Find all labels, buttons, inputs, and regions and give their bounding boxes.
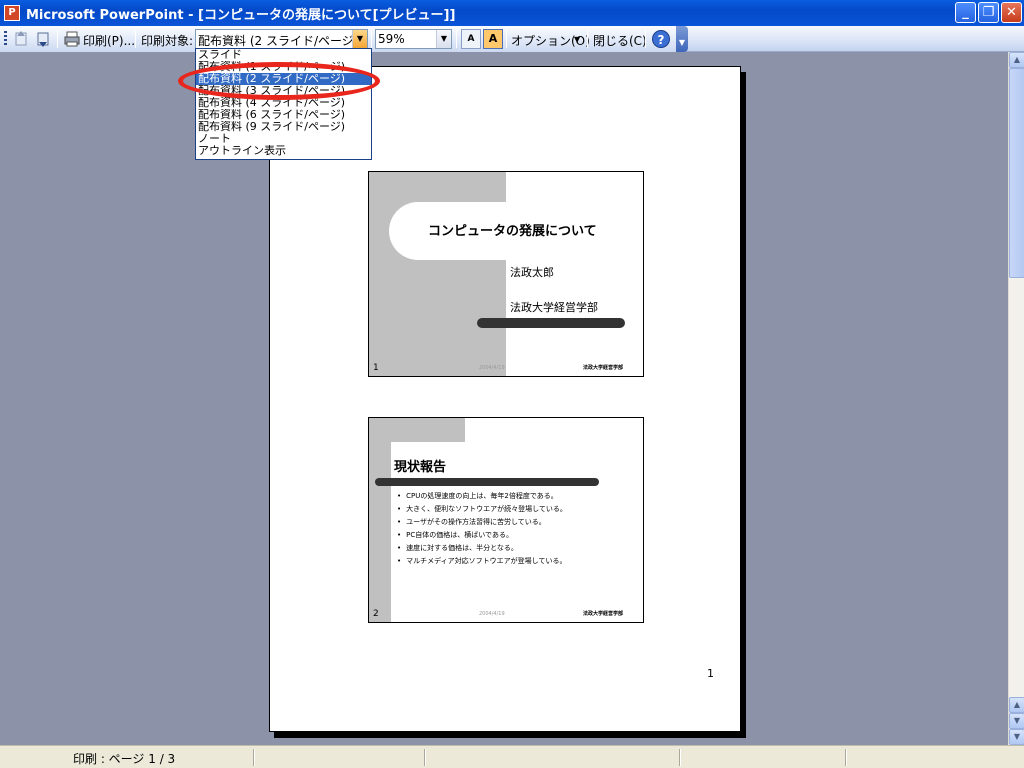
help-icon[interactable]: ? (652, 30, 670, 48)
toolbar-separator (371, 30, 372, 48)
slide-decor-bar (477, 318, 625, 328)
landscape-orientation-icon[interactable]: A (461, 29, 481, 49)
printer-icon (64, 31, 80, 47)
toolbar-separator (135, 30, 136, 48)
title-bar: P Microsoft PowerPoint - [コンピュータの発展について[… (0, 0, 1024, 26)
status-bar: 印刷 : ページ 1 / 3 (0, 745, 1024, 768)
print-what-select[interactable]: 配布資料 (2 スライド/ページ) ▼ (195, 29, 368, 49)
list-item: マルチメディア対応ソフトウエアが登場している。 (397, 555, 567, 568)
toolbar-grip-icon[interactable] (4, 31, 7, 47)
slide-decor-bar (375, 478, 599, 486)
scroll-up-icon[interactable]: ▲ (1009, 52, 1024, 68)
toolbar-separator (456, 30, 457, 48)
preview-workspace: コンピュータの発展について 法政太郎 法政大学経営学部 1 2004/4/19 … (0, 52, 1008, 745)
close-window-button[interactable]: ✕ (1001, 2, 1022, 23)
chevron-down-icon[interactable]: ▼ (352, 30, 367, 48)
slide-bullet-list: CPUの処理速度の向上は、毎年2倍程度である。 大きく、便利なソフトウエアが続々… (397, 490, 567, 568)
dropdown-option-handout-9[interactable]: 配布資料 (9 スライド/ページ) (196, 121, 371, 133)
toolbar-separator (57, 30, 58, 48)
powerpoint-app-icon[interactable]: P (4, 5, 20, 21)
slide-number: 2 (373, 609, 379, 619)
status-page-indicator: 印刷 : ページ 1 / 3 (73, 752, 176, 766)
slide-author: 法政太郎 (510, 266, 554, 279)
status-separator (253, 749, 255, 766)
restore-button[interactable]: ❐ (978, 2, 999, 23)
dropdown-option-slides[interactable]: スライド (196, 49, 371, 61)
vertical-scrollbar[interactable]: ▲ ▲ ▼ ▼ (1008, 52, 1024, 745)
previous-page-icon[interactable] (12, 30, 30, 48)
zoom-value: 59% (378, 32, 405, 46)
chevron-down-icon: ▼ (574, 35, 581, 44)
slide-title: コンピュータの発展について (428, 224, 597, 239)
window-title: Microsoft PowerPoint - [コンピュータの発展について[プレ… (26, 8, 456, 23)
slide-title: 現状報告 (394, 460, 447, 475)
scrollbar-thumb[interactable] (1009, 68, 1024, 278)
close-preview-button[interactable]: 閉じる(C) (593, 32, 647, 49)
zoom-select[interactable]: 59% ▼ (375, 29, 452, 49)
next-page-double-chevron-icon[interactable]: ▼ (1009, 729, 1024, 745)
scroll-down-icon[interactable]: ▼ (1009, 713, 1024, 729)
toolbar-separator (506, 30, 507, 48)
status-separator (845, 749, 847, 766)
slide-thumbnail-1: コンピュータの発展について 法政太郎 法政大学経営学部 1 2004/4/19 … (368, 171, 644, 377)
slide-date: 2004/4/19 (479, 611, 505, 617)
list-item: 速度に対する価格は、半分となる。 (397, 542, 567, 555)
status-separator (424, 749, 426, 766)
slide-affiliation: 法政大学経営学部 (510, 301, 598, 314)
next-page-icon[interactable] (34, 30, 52, 48)
handout-page: コンピュータの発展について 法政太郎 法政大学経営学部 1 2004/4/19 … (269, 66, 741, 732)
color-grayscale-toggle-icon[interactable]: A (483, 29, 503, 49)
list-item: ユーザがその操作方法習得に苦労している。 (397, 516, 567, 529)
page-number: 1 (707, 667, 714, 680)
print-button-label: 印刷(P)... (83, 34, 136, 48)
list-item: 大きく、便利なソフトウエアが続々登場している。 (397, 503, 567, 516)
toolbar-separator (587, 30, 588, 48)
toolbar-separator (645, 30, 646, 48)
dropdown-option-outline[interactable]: アウトライン表示 (196, 145, 371, 157)
dropdown-option-notes[interactable]: ノート (196, 133, 371, 145)
slide-footer: 法政大学経営学部 (583, 611, 624, 617)
print-what-value: 配布資料 (2 スライド/ページ) (198, 34, 359, 48)
preview-toolbar: 印刷(P)... 印刷対象: 配布資料 (2 スライド/ページ) ▼ 59% ▼… (0, 26, 1024, 52)
minimize-button[interactable]: _ (955, 2, 976, 23)
print-what-label: 印刷対象: (141, 34, 194, 48)
toolbar-options-chevron-icon[interactable]: ▼ (676, 26, 688, 52)
dropdown-option-handout-6[interactable]: 配布資料 (6 スライド/ページ) (196, 109, 371, 121)
chevron-down-icon[interactable]: ▼ (436, 30, 451, 48)
slide-background-panel (369, 418, 391, 622)
slide-thumbnail-2: 現状報告 CPUの処理速度の向上は、毎年2倍程度である。 大きく、便利なソフトウ… (368, 417, 644, 623)
list-item: CPUの処理速度の向上は、毎年2倍程度である。 (397, 490, 567, 503)
slide-number: 1 (373, 363, 379, 373)
slide-footer: 法政大学経営学部 (583, 365, 624, 371)
slide-date: 2004/4/19 (479, 365, 505, 371)
annotation-highlight-ellipse (178, 62, 380, 100)
scroll-up-icon[interactable]: ▲ (1009, 697, 1024, 713)
list-item: PC自体の価格は、横ばいである。 (397, 529, 567, 542)
status-separator (679, 749, 681, 766)
